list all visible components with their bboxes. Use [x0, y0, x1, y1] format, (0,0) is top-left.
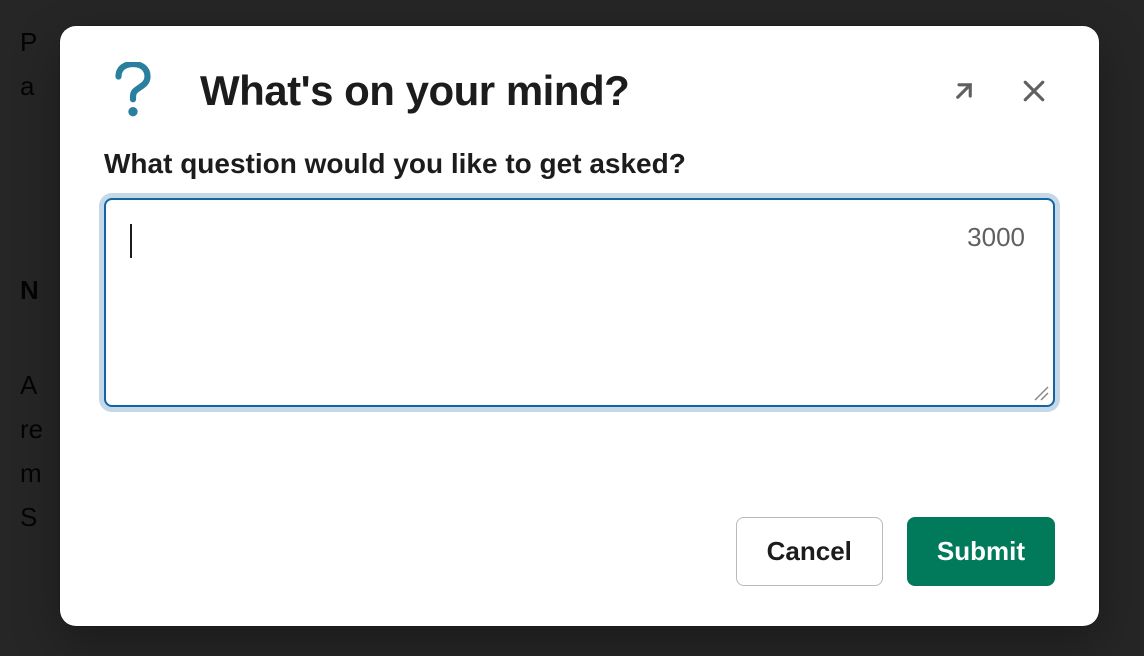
- submit-button[interactable]: Submit: [907, 517, 1055, 586]
- textarea-wrapper: 3000: [104, 198, 1055, 407]
- modal-body: What question would you like to get aske…: [60, 140, 1099, 499]
- modal-title: What's on your mind?: [200, 67, 943, 115]
- modal-dialog: What's on your mind? What question would…: [60, 26, 1099, 626]
- modal-footer: Cancel Submit: [60, 499, 1099, 626]
- close-icon: [1019, 76, 1049, 106]
- question-textarea[interactable]: [106, 200, 1053, 400]
- modal-header: What's on your mind?: [60, 26, 1099, 140]
- close-button[interactable]: [1013, 70, 1055, 112]
- header-actions: [943, 70, 1055, 112]
- cancel-button[interactable]: Cancel: [736, 517, 883, 586]
- question-field-label: What question would you like to get aske…: [104, 148, 1055, 180]
- arrow-up-right-icon: [949, 76, 979, 106]
- text-cursor: [130, 224, 132, 258]
- question-mark-icon: [104, 62, 162, 120]
- expand-button[interactable]: [943, 70, 985, 112]
